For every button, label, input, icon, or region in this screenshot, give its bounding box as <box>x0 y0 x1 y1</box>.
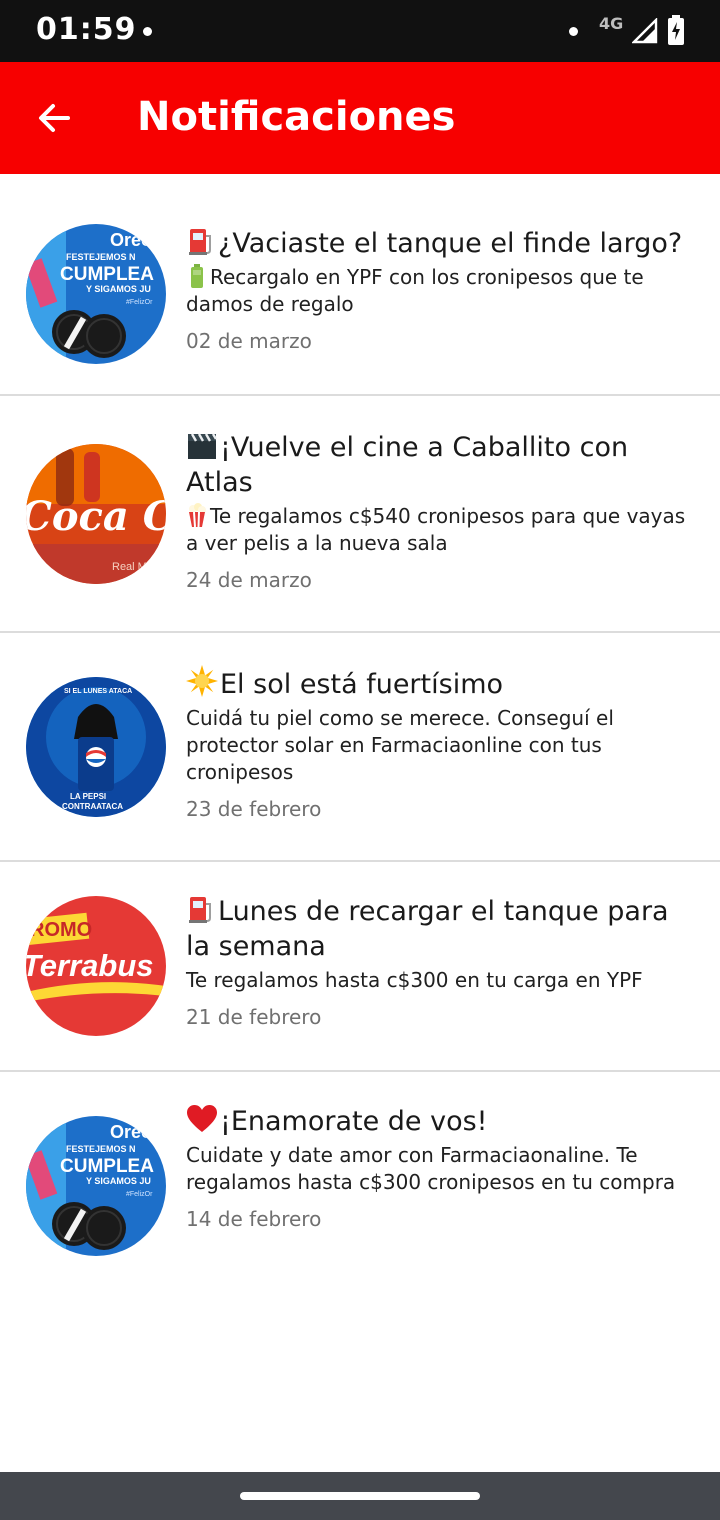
network-type: 4G <box>599 14 624 33</box>
notification-text: Cuidá tu piel como se merece. Conseguí e… <box>186 706 614 784</box>
svg-text:CONTRAATACA: CONTRAATACA <box>62 802 123 811</box>
svg-text:Y SIGAMOS JU: Y SIGAMOS JU <box>86 1176 151 1186</box>
notification-date: 21 de febrero <box>186 1005 322 1029</box>
status-bar: 01:59 4G <box>0 0 720 62</box>
notification-title: ¡Enamorate de vos! <box>186 1104 690 1139</box>
notification-thumbnail: Oreo FESTEJEMOS N CUMPLEA Y SIGAMOS JU #… <box>26 224 166 364</box>
clapper-board-icon <box>188 433 218 459</box>
notification-body: ¿Vaciaste el tanque el finde largo? Reca… <box>186 226 690 355</box>
svg-text:FESTEJEMOS N: FESTEJEMOS N <box>66 1144 136 1154</box>
notification-title: Lunes de recargar el tanque para la sema… <box>186 896 669 962</box>
svg-text:#FelizOr: #FelizOr <box>126 299 153 306</box>
battery-icon <box>191 264 203 288</box>
svg-text:LA PEPSI: LA PEPSI <box>70 792 106 801</box>
notification-date: 24 de marzo <box>186 568 312 592</box>
notification-date: 23 de febrero <box>186 797 322 821</box>
notification-body: El sol está fuertísimo Cuidá tu piel com… <box>186 665 690 823</box>
notification-item[interactable]: ROMO Terrabus Lunes de recargar el tanqu… <box>0 862 720 1072</box>
signal-icon <box>632 18 658 44</box>
svg-text:CUMPLEA: CUMPLEA <box>60 1156 154 1177</box>
arrow-back-icon <box>39 104 70 132</box>
notifications-screen: 01:59 4G Notificaciones Oreo FESTEJEMOS … <box>0 0 720 1520</box>
svg-text:FESTEJEMOS N: FESTEJEMOS N <box>66 252 136 262</box>
battery-charging-icon <box>668 15 684 45</box>
svg-text:Coca Cola: Coca Cola <box>26 493 166 540</box>
notification-thumbnail: Coca Cola Real M <box>26 444 166 584</box>
svg-text:SI EL LUNES ATACA: SI EL LUNES ATACA <box>64 688 132 695</box>
svg-text:Oreo: Oreo <box>110 1122 152 1142</box>
notification-body: ¡Vuelve el cine a Caballito con Atlas Te… <box>186 430 690 594</box>
notification-thumbnail: ROMO Terrabus <box>26 896 166 1036</box>
notification-date: 02 de marzo <box>186 329 312 353</box>
pepsi-promo-image: SI EL LUNES ATACA LA PEPSI CONTRAATACA <box>26 677 166 817</box>
notification-item[interactable]: Oreo FESTEJEMOS N CUMPLEA Y SIGAMOS JU #… <box>0 1072 720 1302</box>
popcorn-icon <box>189 503 206 527</box>
notification-thumbnail: Oreo FESTEJEMOS N CUMPLEA Y SIGAMOS JU #… <box>26 1116 166 1256</box>
svg-text:CUMPLEA: CUMPLEA <box>60 264 154 285</box>
svg-text:Real M: Real M <box>112 561 147 573</box>
back-button[interactable] <box>26 90 82 146</box>
system-nav-bar <box>0 1472 720 1520</box>
notification-item[interactable]: SI EL LUNES ATACA LA PEPSI CONTRAATACA E… <box>0 633 720 862</box>
notification-thumbnail: SI EL LUNES ATACA LA PEPSI CONTRAATACA <box>26 677 166 817</box>
notification-dot-icon <box>143 27 152 36</box>
notification-item[interactable]: Oreo FESTEJEMOS N CUMPLEA Y SIGAMOS JU #… <box>0 174 720 396</box>
status-time: 01:59 <box>36 12 137 47</box>
oreo-promo-image: Oreo FESTEJEMOS N CUMPLEA Y SIGAMOS JU #… <box>26 1116 166 1256</box>
notification-text: Cuidate y date amor con Farmaciaonaline.… <box>186 1143 676 1194</box>
notification-text: Te regalamos c$540 cronipesos para que v… <box>186 503 686 555</box>
oreo-promo-image: Oreo FESTEJEMOS N CUMPLEA Y SIGAMOS JU #… <box>26 224 166 364</box>
notification-title: ¡Vuelve el cine a Caballito con Atlas <box>186 432 629 498</box>
notification-list: Oreo FESTEJEMOS N CUMPLEA Y SIGAMOS JU #… <box>0 174 720 1302</box>
notification-item[interactable]: Coca Cola Real M ¡Vuelve el cine a Cabal… <box>0 396 720 633</box>
dot-icon <box>569 27 578 36</box>
notification-text: Recargalo en YPF con los cronipesos que … <box>186 264 644 316</box>
terrabusi-promo-image: ROMO Terrabus <box>26 896 166 1036</box>
notification-title: El sol está fuertísimo <box>186 665 690 702</box>
svg-text:#FelizOr: #FelizOr <box>126 1191 153 1198</box>
fuel-pump-icon <box>189 229 211 255</box>
page-title: Notificaciones <box>137 94 456 140</box>
notification-text: Te regalamos hasta c$300 en tu carga en … <box>186 968 643 992</box>
fuel-pump-icon <box>189 897 211 923</box>
svg-text:ROMO: ROMO <box>30 919 92 941</box>
sun-icon <box>186 665 218 697</box>
notification-date: 14 de febrero <box>186 1207 322 1231</box>
svg-text:Oreo: Oreo <box>110 230 152 250</box>
coca-cola-promo-image: Coca Cola Real M <box>26 444 166 584</box>
red-heart-icon <box>187 1105 217 1132</box>
notification-title: ¿Vaciaste el tanque el finde largo? <box>186 226 690 261</box>
svg-text:Y SIGAMOS JU: Y SIGAMOS JU <box>86 284 151 294</box>
svg-text:Terrabus: Terrabus <box>26 948 154 983</box>
notification-body: Lunes de recargar el tanque para la sema… <box>186 894 690 1031</box>
notification-body: ¡Enamorate de vos! Cuidate y date amor c… <box>186 1104 690 1233</box>
app-bar: Notificaciones <box>0 62 720 174</box>
home-gesture-handle[interactable] <box>240 1492 480 1500</box>
